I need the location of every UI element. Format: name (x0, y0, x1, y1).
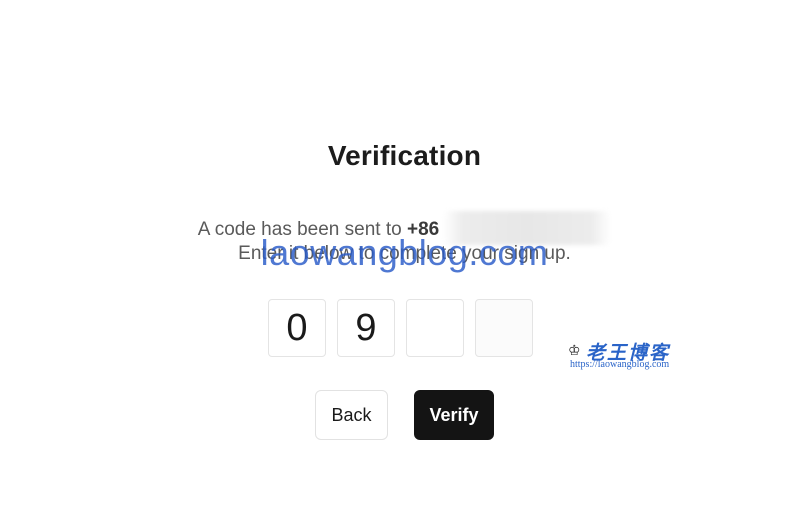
code-sent-message: A code has been sent to +86 (0, 211, 809, 245)
verification-page: Verification A code has been sent to +86… (0, 0, 809, 513)
code-sent-text: A code has been sent to (197, 219, 407, 240)
page-title: Verification (327, 140, 482, 171)
phone-number-redacted (443, 211, 612, 245)
code-digit-4[interactable] (475, 299, 533, 357)
crown-icon: ♔ (568, 342, 581, 358)
instruction-text: Enter it below to complete your sign up. (238, 243, 571, 264)
code-digit-3[interactable] (406, 299, 464, 357)
phone-country-code: +86 (406, 219, 440, 240)
back-button[interactable]: Back (315, 390, 388, 440)
verification-code-inputs: 0 9 (268, 299, 533, 357)
code-digit-1[interactable]: 0 (268, 299, 326, 357)
action-buttons: Back Verify (315, 390, 494, 440)
watermark-logo: ♔ 老王博客 https://laowangblog.com (568, 338, 698, 374)
watermark-logo-url: https://laowangblog.com (570, 359, 670, 370)
code-digit-2[interactable]: 9 (337, 299, 395, 357)
verify-button[interactable]: Verify (414, 390, 494, 440)
